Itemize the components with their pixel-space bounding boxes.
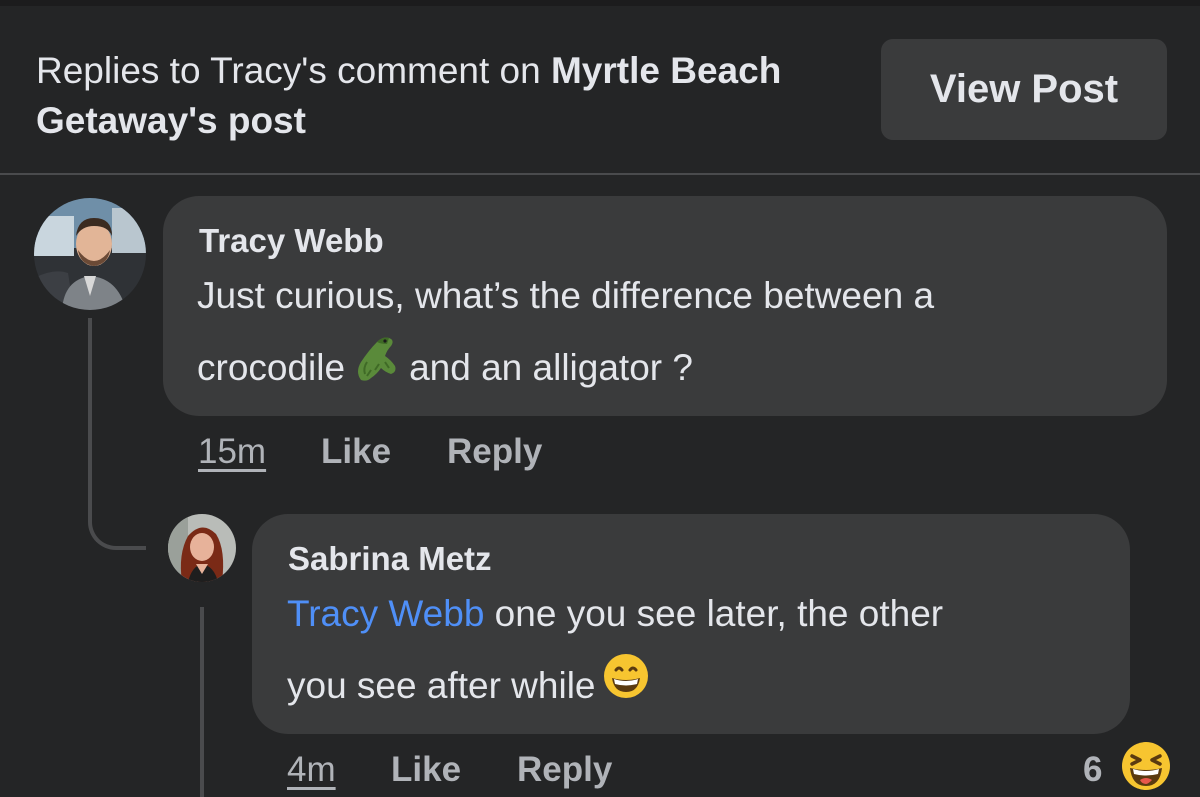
header-title: Replies to Tracy's comment on Myrtle Bea…	[36, 46, 836, 146]
laughing-face-icon[interactable]	[1120, 740, 1172, 792]
crocodile-icon	[351, 332, 403, 408]
comment-timestamp[interactable]: 15m	[198, 432, 266, 472]
reply-author[interactable]: Sabrina Metz	[288, 540, 492, 578]
reply-text-line-1: Tracy Webb one you see later, the other	[287, 578, 1127, 650]
avatar-tracy-webb[interactable]	[34, 198, 146, 310]
grinning-face-icon	[602, 652, 650, 724]
comment-text-remainder: and an alligator ?	[409, 347, 693, 388]
reply-actions: 4m Like Reply	[287, 750, 787, 794]
reply-text: Tracy Webb one you see later, the other …	[287, 578, 1127, 724]
view-post-button[interactable]: View Post	[881, 39, 1167, 140]
comment-text: Just curious, what’s the difference betw…	[197, 260, 1157, 408]
mention-link[interactable]: Tracy Webb	[287, 593, 484, 634]
comment-bubble[interactable]: Tracy Webb Just curious, what’s the diff…	[163, 196, 1167, 416]
reply-bubble[interactable]: Sabrina Metz Tracy Webb one you see late…	[252, 514, 1130, 734]
reply-text-part: one you see later, the other	[484, 593, 944, 634]
reply-reply-button[interactable]: Reply	[517, 750, 612, 790]
reply-button[interactable]: Reply	[447, 432, 542, 472]
like-button[interactable]: Like	[321, 432, 391, 472]
reply-text-part-2: you see after while	[287, 665, 596, 706]
comment-text-word: crocodile	[197, 347, 346, 388]
comment-actions: 15m Like Reply	[198, 432, 698, 476]
thread-connector	[88, 318, 146, 550]
header-title-prefix: Replies to Tracy's comment on	[36, 50, 551, 91]
replies-header: Replies to Tracy's comment on Myrtle Bea…	[0, 6, 1200, 173]
comment-text-line-2: crocodile and an alligator ?	[197, 332, 1157, 408]
reaction-count[interactable]: 6	[1083, 750, 1102, 790]
avatar-sabrina-metz[interactable]	[168, 514, 236, 582]
reply-timestamp[interactable]: 4m	[287, 750, 336, 790]
header-divider	[0, 173, 1200, 175]
comment-author[interactable]: Tracy Webb	[199, 222, 384, 260]
thread-connector-2	[200, 607, 204, 797]
reply-text-line-2: you see after while	[287, 650, 1127, 724]
reply-like-button[interactable]: Like	[391, 750, 461, 790]
comment-text-line-1: Just curious, what’s the difference betw…	[197, 275, 935, 316]
header-title-suffix: 's post	[188, 100, 306, 141]
